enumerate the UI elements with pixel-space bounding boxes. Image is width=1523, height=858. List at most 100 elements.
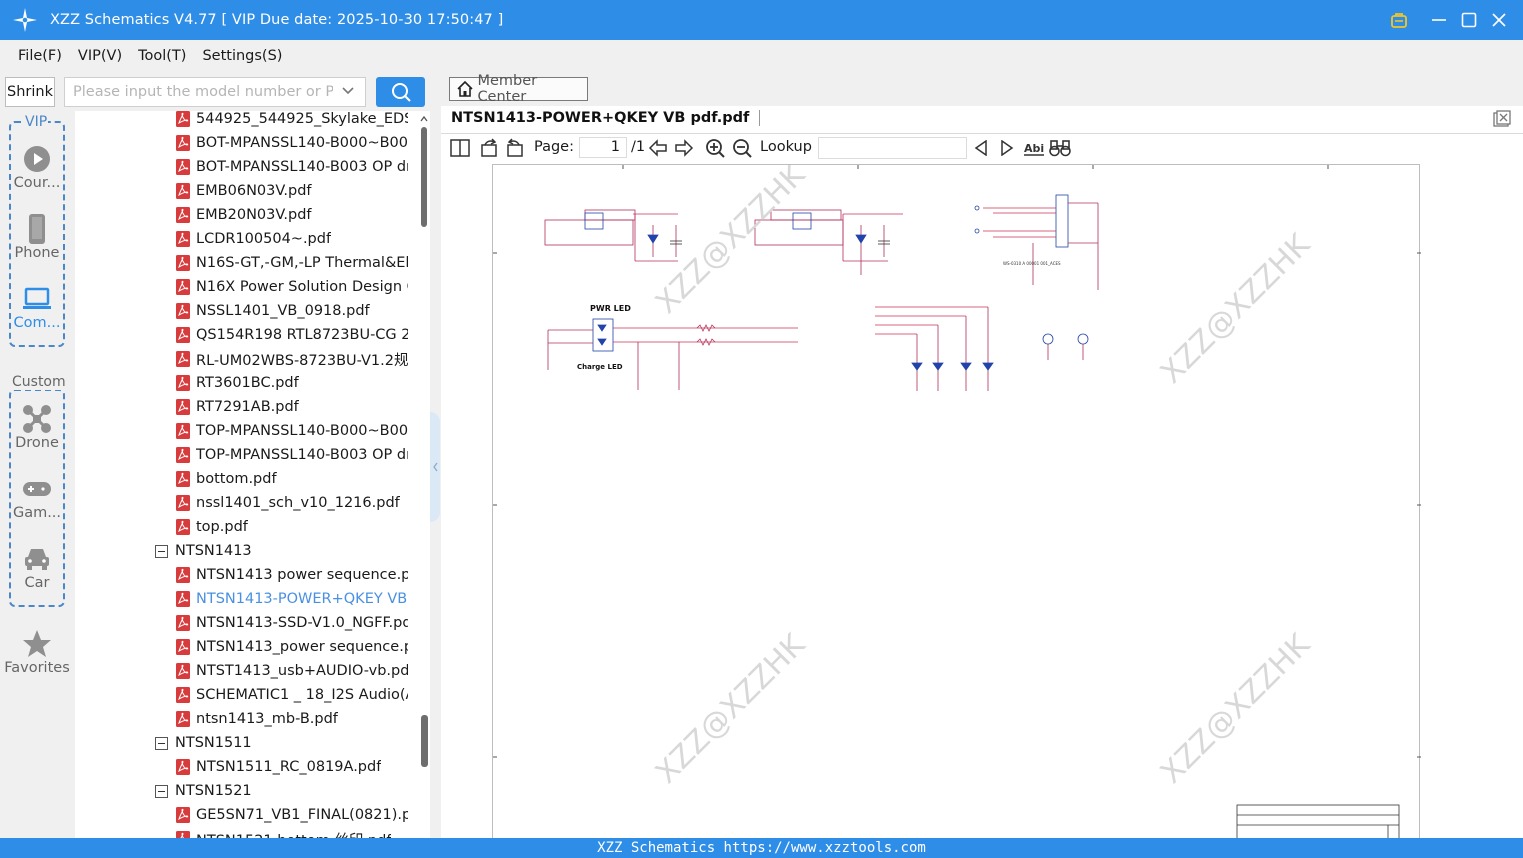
tree-file[interactable]: EMB06N03V.pdf [176,179,408,203]
member-center-button[interactable]: Member Center [449,73,588,105]
tree-folder[interactable]: NTSN1413 [155,539,405,563]
prev-page-icon[interactable] [647,137,669,159]
document-tab-bar: NTSN1413-POWER+QKEY VB pdf.pdf [441,106,1523,134]
rail-item-label: Com... [13,315,61,331]
tree-file[interactable]: QS154R198 RTL8723BU-CG 2PC [176,323,408,347]
schematic-page: WS-0310 A 00001 001_ACES PWR LED Charge … [492,162,1421,838]
lookup-label: Lookup [760,139,812,155]
rail-item-car[interactable]: Car [0,543,74,591]
search-button[interactable] [376,77,425,107]
tree-file[interactable]: TOP-MPANSSL140-B003 OP dra [176,443,408,467]
home-icon [457,80,473,97]
phone-icon [0,213,74,245]
tree-folder[interactable]: NTSN1521 [155,779,405,803]
pdf-file-icon [176,447,190,463]
menu-vip[interactable]: VIP(V) [78,48,122,64]
document-viewer[interactable]: WS-0310 A 00001 001_ACES PWR LED Charge … [441,162,1523,838]
pdf-file-icon [176,495,190,511]
collapse-toggle-icon[interactable] [155,544,168,558]
minimize-button[interactable] [1424,0,1454,40]
tree-file[interactable]: NTSN1521 bottom 丝印.pdf [176,827,408,838]
tree-folder[interactable]: NTSN1511 [155,731,405,755]
pdf-file-icon [176,567,190,583]
tree-file[interactable]: RT7291AB.pdf [176,395,408,419]
close-doc-icon[interactable] [1493,110,1511,132]
tree-file[interactable]: bottom.pdf [176,467,408,491]
binoculars-icon[interactable] [1049,137,1071,159]
tree-file[interactable]: BOT-MPANSSL140-B003 OP dra [176,155,408,179]
tree-item-label: GE5SN71_VB1_FINAL(0821).pdf [196,807,408,823]
tree-file[interactable]: 544925_544925_Skylake_EDS_Vol [176,111,408,131]
tree-item-label: EMB06N03V.pdf [196,183,312,199]
app-window: XZZ Schematics V4.77 [ VIP Due date: 202… [0,0,1523,858]
rotate-left-icon[interactable] [478,137,500,159]
page-number-input[interactable]: 1 [579,137,627,158]
pdf-file-icon [176,687,190,703]
file-tree: 544925_544925_Skylake_EDS_Vol BOT-MPANSSL… [75,111,430,838]
rail-item-computer[interactable]: Com... [0,283,74,331]
menu-file[interactable]: File(F) [18,48,62,64]
tree-file[interactable]: ntsn1413_mb-B.pdf [176,707,408,731]
play-circle-icon [0,143,74,175]
tree-file[interactable]: NSSL1401_VB_0918.pdf [176,299,408,323]
tree-file[interactable]: NTSN1413_power sequence.pdf [176,635,408,659]
pdf-file-icon [176,351,190,367]
tree-file[interactable]: nssl1401_sch_v10_1216.pdf [176,491,408,515]
tree-item-label: top.pdf [196,519,248,535]
window-title: XZZ Schematics V4.77 [ VIP Due date: 202… [50,12,504,28]
tree-file[interactable]: TOP-MPANSSL140-B000~B002 [176,419,408,443]
two-page-icon[interactable] [449,137,471,159]
document-tab[interactable]: NTSN1413-POWER+QKEY VB pdf.pdf [451,110,761,126]
rail-item-game[interactable]: Gam... [0,473,74,521]
panel-splitter[interactable] [430,72,440,838]
tree-file[interactable]: EMB20N03V.pdf [176,203,408,227]
vip-bag-icon[interactable] [1384,0,1414,40]
rail-item-courses[interactable]: Cour... [0,143,74,191]
pdf-file-icon [176,759,190,775]
find-prev-icon[interactable] [971,137,991,159]
collapse-toggle-icon[interactable] [155,784,168,798]
rail-item-phone[interactable]: Phone [0,213,74,261]
collapse-handle[interactable] [430,412,440,522]
zoom-out-icon[interactable] [731,137,753,159]
match-case-icon[interactable]: Abi [1023,137,1045,159]
maximize-button[interactable] [1454,0,1484,40]
next-page-icon[interactable] [673,137,695,159]
tree-file[interactable]: GE5SN71_VB1_FINAL(0821).pdf [176,803,408,827]
rail-item-drone[interactable]: Drone [0,403,74,451]
tree-file[interactable]: LCDR100504~.pdf [176,227,408,251]
tree-file[interactable]: RL-UM02WBS-8723BU-V1.2规格 [176,347,408,371]
rail-item-favorites[interactable]: Favorites [0,628,74,676]
tree-file[interactable]: NTSN1413-SSD-V1.0_NGFF.pdf [176,611,408,635]
tree-file[interactable]: SCHEMATIC1 _ 18_I2S Audio(AL [176,683,408,707]
pdf-file-icon [176,375,190,391]
connector-cn1: WS-0310 A 00001 001_ACES [974,194,1099,290]
tree-file[interactable]: NTSN1413-POWER+QKEY VB pdf [176,587,408,611]
close-button[interactable] [1484,0,1514,40]
collapse-toggle-icon[interactable] [155,736,168,750]
pdf-file-icon [176,591,190,607]
search-input[interactable] [73,84,333,100]
tree-file[interactable]: RT3601BC.pdf [176,371,408,395]
tree-file[interactable]: NTSN1511_RC_0819A.pdf [176,755,408,779]
rotate-right-icon[interactable] [504,137,526,159]
scroll-thumb[interactable] [421,715,428,767]
chevron-down-icon[interactable] [341,84,355,102]
tree-scrollbar[interactable] [418,111,430,838]
tree-file[interactable]: NTSN1413 power sequence.pdf [176,563,408,587]
tree-file[interactable]: NTST1413_usb+AUDIO-vb.pdf [176,659,408,683]
tree-file[interactable]: N16X Power Solution Design Gu [176,275,408,299]
find-next-icon[interactable] [997,137,1017,159]
menu-settings[interactable]: Settings(S) [202,48,282,64]
tree-file[interactable]: BOT-MPANSSL140-B000~B002 [176,131,408,155]
pdf-file-icon [176,807,190,823]
menu-tool[interactable]: Tool(T) [138,48,186,64]
scroll-thumb[interactable] [421,127,427,227]
tree-file[interactable]: N16S-GT,-GM,-LP Thermal&Elec [176,251,408,275]
zoom-in-icon[interactable] [704,137,726,159]
shrink-button[interactable]: Shrink [5,77,55,107]
custom-group-title: Custom [11,374,67,390]
pdf-file-icon [176,327,190,343]
lookup-input[interactable] [818,137,967,159]
tree-file[interactable]: top.pdf [176,515,408,539]
